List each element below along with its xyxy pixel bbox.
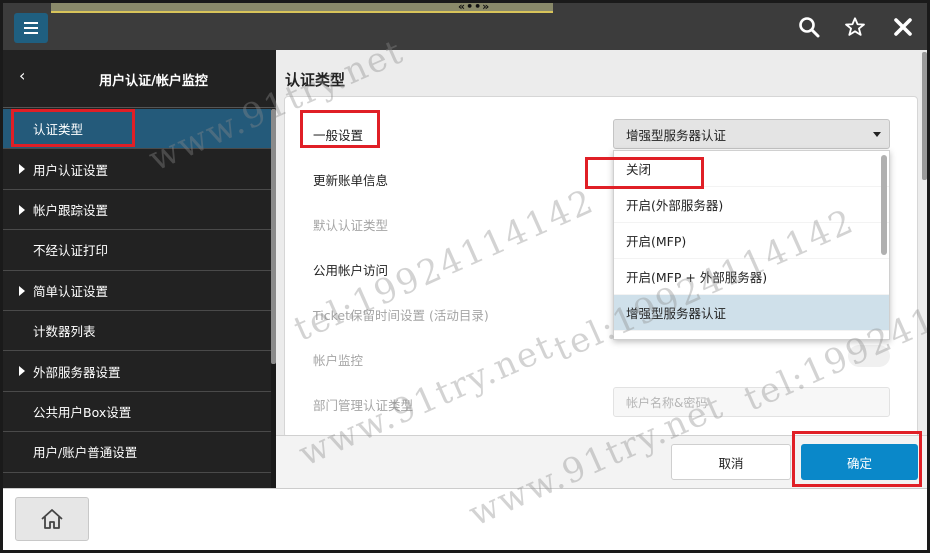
sidebar-item-label: 帐户跟踪设置 [33,202,109,218]
sidebar-title: 用户认证/帐户监控 [99,74,208,89]
top-bar: «••» [3,3,927,50]
ticket-time-label: Ticket保留时间设置 (活动目录) [313,308,489,323]
main-scrollbar-thumb[interactable] [922,52,927,180]
sidebar-item-label: 认证类型 [33,122,84,138]
dropdown-option-off[interactable]: 关闭 [614,151,889,187]
caret-right-icon [19,164,25,175]
sidebar-item-external-server[interactable]: 外部服务器设置 [3,351,271,392]
sidebar-header: ‹ 用户认证/帐户监控 [3,50,276,108]
sidebar-item-user-auth-settings[interactable]: 用户认证设置 [3,149,271,190]
select-value: 帐户名称&密码 [626,395,708,410]
screen-frame: «••» ‹ 用户认证/帐户监控 认证类型 用户认证设置 帐户跟踪设置 不经认证… [0,0,930,553]
dropdown-option-mfp[interactable]: 开启(MFP) [614,223,889,259]
page-title: 认证类型 [285,71,346,89]
sidebar-item-label: 用户/账户普通设置 [33,445,138,461]
sidebar: ‹ 用户认证/帐户监控 认证类型 用户认证设置 帐户跟踪设置 不经认证打印 简单… [3,50,276,488]
sidebar-item-auth-type[interactable]: 认证类型 [3,109,271,150]
sidebar-item-label: 简单认证设置 [33,283,109,299]
dept-auth-select[interactable]: 帐户名称&密码 [613,387,890,417]
sidebar-item-label: 不经认证打印 [33,243,109,259]
sidebar-item-label: 公共用户Box设置 [33,404,132,420]
dropdown-option-mfp-external[interactable]: 开启(MFP + 外部服务器) [614,259,889,295]
caret-right-icon [19,366,25,377]
star-icon[interactable] [839,11,871,43]
dropdown-option-enhanced-server[interactable]: 增强型服务器认证 [614,295,889,331]
sidebar-list: 认证类型 用户认证设置 帐户跟踪设置 不经认证打印 简单认证设置 计数器列表 外… [3,109,271,473]
search-icon[interactable] [793,11,825,43]
sidebar-item-account-tracking[interactable]: 帐户跟踪设置 [3,190,271,231]
caret-down-icon [873,132,881,137]
default-auth-label: 默认认证类型 [313,218,389,233]
account-monitor-toggle[interactable] [848,345,890,367]
bottom-bar [3,488,927,550]
select-value: 增强型服务器认证 [626,127,727,143]
dropdown-option-external-server[interactable]: 开启(外部服务器) [614,187,889,223]
sidebar-item-counter-list[interactable]: 计数器列表 [3,311,271,352]
home-icon[interactable] [15,497,89,541]
sidebar-item-label: 外部服务器设置 [33,364,121,380]
general-settings-label: 一般设置 [313,128,364,143]
caret-right-icon [19,204,25,215]
account-monitor-label: 帐户监控 [313,353,364,368]
update-billing-label: 更新账单信息 [313,173,389,188]
hamburger-icon[interactable] [14,13,48,43]
main-scrollbar[interactable] [922,52,927,488]
close-icon[interactable] [887,11,919,43]
public-access-label: 公用帐户访问 [313,263,389,278]
main-content: 认证类型 一般设置 增强型服务器认证 更新账单信息 默认认证类型 公用帐户访问 … [276,50,927,488]
sidebar-item-label: 计数器列表 [33,324,96,340]
general-settings-select[interactable]: 增强型服务器认证 [613,119,890,149]
sidebar-item-simple-auth[interactable]: 简单认证设置 [3,271,271,311]
caret-right-icon [19,285,25,296]
sidebar-item-print-without-auth[interactable]: 不经认证打印 [3,230,271,271]
ok-button[interactable]: 确定 [801,444,918,480]
status-indicator: «••» [458,0,491,13]
dept-auth-label: 部门管理认证类型 [313,398,414,413]
sidebar-item-label: 用户认证设置 [33,162,109,178]
action-bar: 取消 确定 [276,435,927,488]
sidebar-item-common-settings[interactable]: 用户/账户普通设置 [3,432,271,473]
general-settings-dropdown: 关闭 开启(外部服务器) 开启(MFP) 开启(MFP + 外部服务器) 增强型… [613,150,890,340]
dropdown-scrollbar[interactable] [881,155,887,255]
cancel-button[interactable]: 取消 [671,444,791,480]
sidebar-item-public-user-box[interactable]: 公共用户Box设置 [3,392,271,433]
